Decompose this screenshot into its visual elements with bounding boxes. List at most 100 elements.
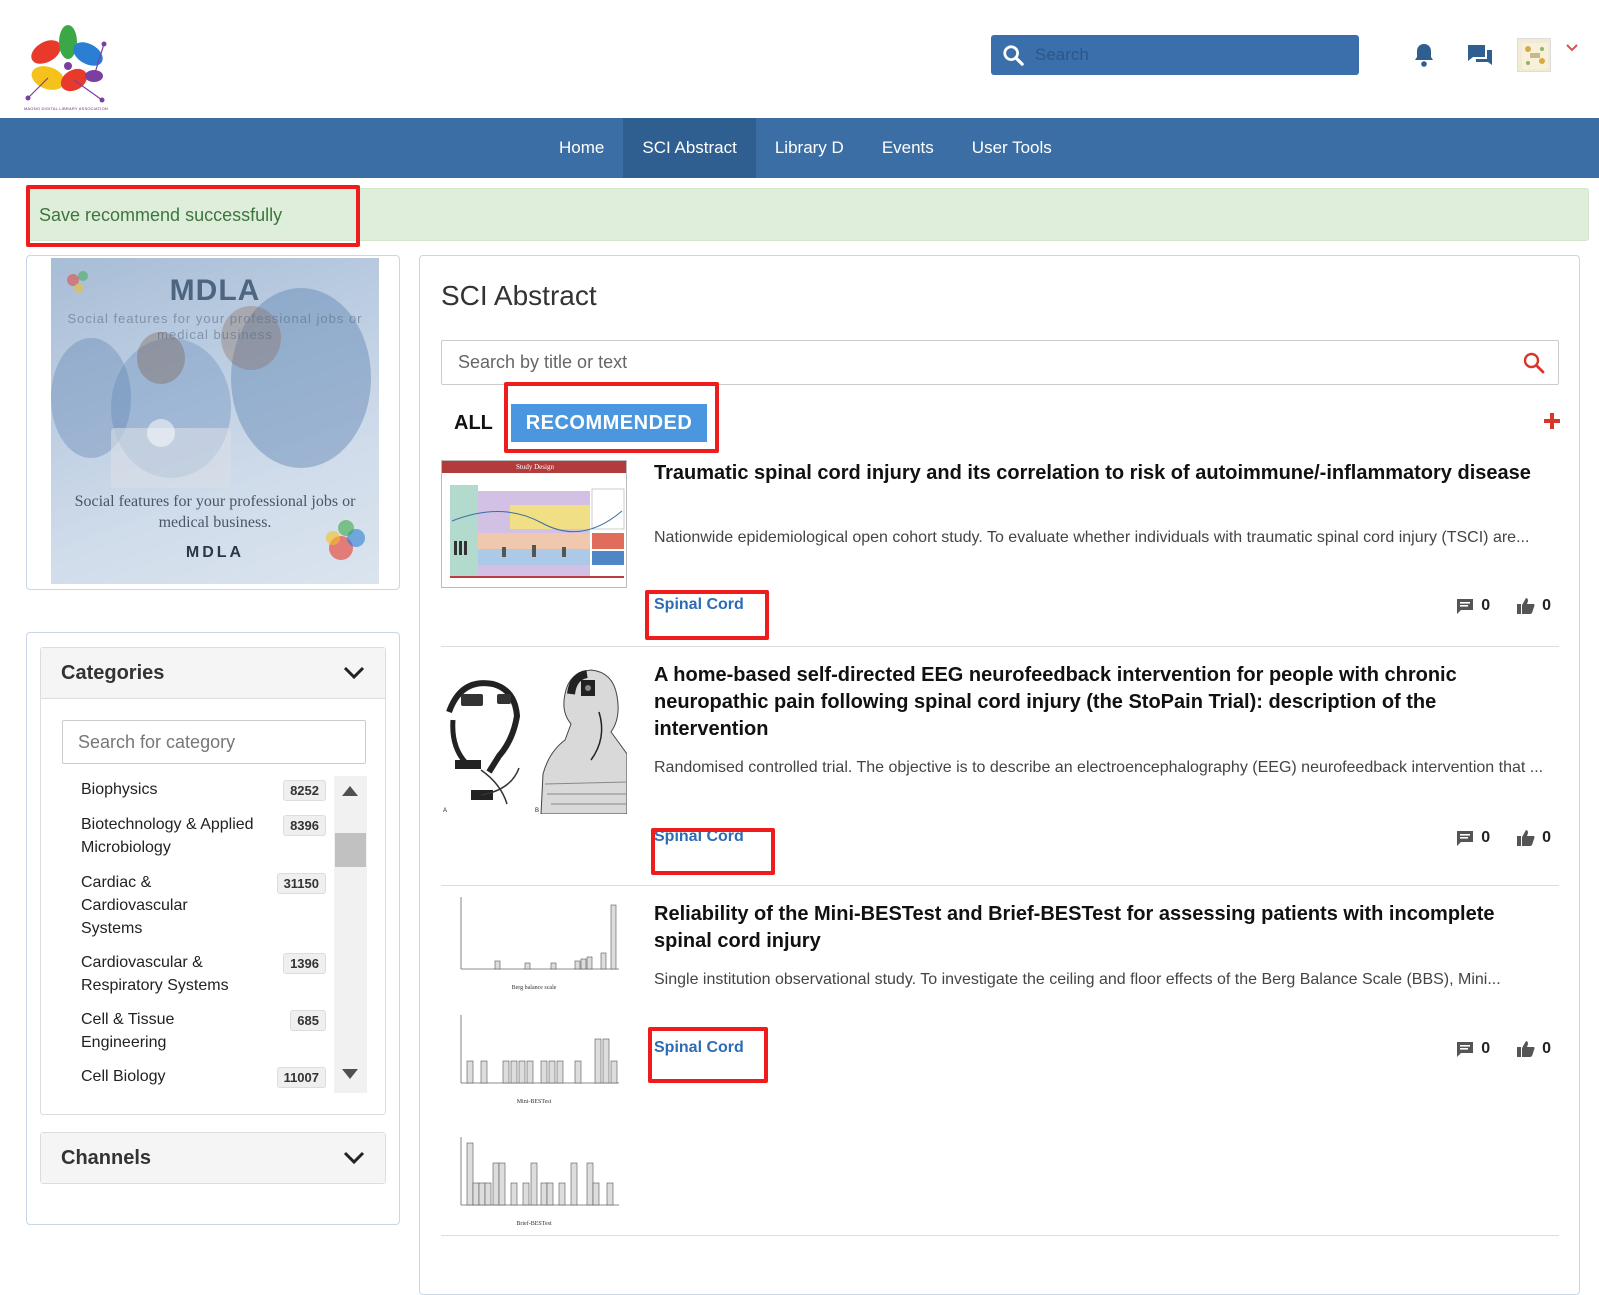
promo-image: MDLA Social features for your profession… — [51, 258, 379, 584]
scroll-up-icon[interactable] — [342, 786, 358, 796]
article-title[interactable]: A home-based self-directed EEG neurofeed… — [654, 662, 1554, 743]
category-name: Cell & Tissue Engineering — [81, 1011, 175, 1051]
category-item[interactable]: Cell & Tissue Engineering 685 — [62, 1008, 326, 1054]
comment-icon[interactable] — [1455, 828, 1475, 848]
category-scrollbar[interactable] — [334, 776, 367, 1093]
category-count: 1396 — [283, 953, 326, 974]
global-search-input[interactable] — [1035, 35, 1359, 75]
alert-message: Save recommend successfully — [39, 205, 283, 225]
category-count: 31150 — [276, 873, 326, 894]
categories-box: Categories Biophysics 8252 Biotechnology… — [40, 647, 386, 1115]
category-name: Cardiovascular & Respiratory Systems — [81, 954, 229, 994]
comment-count: 0 — [1481, 829, 1491, 846]
article-card: A B A home-based self-directed EEG neuro… — [441, 648, 1559, 886]
nav-home[interactable]: Home — [540, 118, 623, 178]
channels-title: Channels — [61, 1146, 152, 1169]
category-list: Biophysics 8252 Biotechnology & Applied … — [62, 776, 326, 1093]
chevron-down-icon[interactable] — [343, 1151, 365, 1165]
article-card: Study Design Traumatic spinal cord injur… — [441, 460, 1559, 647]
main-nav: Home SCI Abstract Library D Events User … — [0, 118, 1599, 178]
article-stats: 0 0 — [1455, 596, 1551, 616]
thumbs-up-icon[interactable] — [1516, 1039, 1536, 1059]
channels-box: Channels — [40, 1132, 386, 1184]
promo-brand: MDLA — [185, 544, 245, 561]
site-logo[interactable] — [18, 22, 114, 114]
like-count: 0 — [1542, 829, 1551, 846]
thumbs-up-icon[interactable] — [1516, 596, 1536, 616]
promo-banner[interactable]: MDLA Social features for your profession… — [26, 255, 400, 590]
user-avatar[interactable] — [1517, 38, 1551, 72]
nav-sci-abstract[interactable]: SCI Abstract — [623, 118, 756, 178]
article-description: Nationwide epidemiological open cohort s… — [654, 529, 1530, 546]
thumb-label: Berg balance scale — [511, 985, 557, 991]
nav-events[interactable]: Events — [863, 118, 953, 178]
article-description: Single institution observational study. … — [654, 971, 1501, 988]
thumb-label: Mini-BESTest — [516, 1099, 552, 1105]
search-icon[interactable] — [1522, 351, 1546, 375]
scrollbar-thumb[interactable] — [335, 833, 366, 867]
category-count: 8396 — [283, 815, 326, 836]
search-icon[interactable] — [991, 35, 1035, 75]
promo-subtitle: Social features for your professional jo… — [67, 311, 363, 342]
article-thumbnail[interactable]: Study Design — [441, 460, 627, 588]
category-name: Cardiac & Cardiovascular Systems — [81, 874, 188, 937]
category-item[interactable]: Biophysics 8252 — [62, 778, 326, 801]
like-count: 0 — [1542, 1040, 1551, 1057]
article-thumbnail[interactable]: Berg balance scale Mini-BESTest Brief-BE… — [441, 893, 627, 1231]
category-item[interactable]: Cardiac & Cardiovascular Systems 31150 — [62, 871, 326, 940]
success-alert: Save recommend successfully — [28, 188, 1589, 241]
bell-icon[interactable] — [1409, 40, 1439, 70]
thumb-header: Study Design — [516, 463, 554, 471]
comment-icon[interactable] — [1455, 1039, 1475, 1059]
thumb-label: Brief-BESTest — [516, 1221, 552, 1227]
category-item[interactable]: Biotechnology & Applied Microbiology 839… — [62, 813, 326, 859]
like-count: 0 — [1542, 597, 1551, 614]
article-thumbnail[interactable]: A B — [441, 664, 627, 814]
top-header: MAGNO DIGITAL LIBRARY ASSOCIATION — [0, 0, 1599, 118]
tab-all[interactable]: ALL — [454, 412, 493, 435]
thumbs-up-icon[interactable] — [1516, 828, 1536, 848]
category-name: Cell Biology — [81, 1068, 166, 1085]
channels-header[interactable]: Channels — [41, 1133, 385, 1183]
abstract-search-input[interactable] — [442, 341, 1502, 384]
nav-library-d[interactable]: Library D — [756, 118, 863, 178]
chat-icon[interactable] — [1465, 40, 1495, 70]
sidebar-panel: Categories Biophysics 8252 Biotechnology… — [26, 632, 400, 1225]
article-tag[interactable]: Spinal Cord — [654, 828, 744, 846]
main-panel: SCI Abstract ALL RECOMMENDED — [419, 255, 1580, 1295]
svg-text:B: B — [535, 808, 539, 814]
article-tag[interactable]: Spinal Cord — [654, 1039, 744, 1057]
article-description: Randomised controlled trial. The objecti… — [654, 759, 1544, 776]
tab-recommended[interactable]: RECOMMENDED — [511, 404, 707, 442]
category-count: 685 — [290, 1010, 326, 1031]
comment-icon[interactable] — [1455, 596, 1475, 616]
comment-count: 0 — [1481, 1040, 1491, 1057]
article-tag[interactable]: Spinal Cord — [654, 596, 744, 614]
page-title: SCI Abstract — [441, 280, 597, 311]
categories-title: Categories — [61, 661, 165, 684]
category-name: Biotechnology & Applied Microbiology — [81, 816, 254, 856]
category-item[interactable]: Cardiovascular & Respiratory Systems 139… — [62, 951, 326, 997]
chevron-down-icon[interactable] — [1565, 40, 1579, 58]
category-search-input[interactable] — [62, 720, 366, 764]
category-name: Biophysics — [81, 781, 158, 798]
promo-title: MDLA — [169, 274, 261, 307]
abstract-search[interactable] — [441, 340, 1559, 385]
scroll-down-icon[interactable] — [342, 1069, 358, 1079]
comment-count: 0 — [1481, 597, 1491, 614]
article-title[interactable]: Traumatic spinal cord injury and its cor… — [654, 460, 1554, 487]
plus-icon[interactable] — [1541, 410, 1563, 432]
svg-text:A: A — [443, 808, 447, 814]
nav-user-tools[interactable]: User Tools — [953, 118, 1071, 178]
chevron-down-icon[interactable] — [343, 666, 365, 680]
global-search[interactable] — [991, 35, 1359, 75]
category-count: 11007 — [276, 1067, 326, 1088]
promo-text: Social features for your professional jo… — [74, 493, 356, 531]
category-item[interactable]: Cell Biology 11007 — [62, 1065, 326, 1088]
article-stats: 0 0 — [1455, 828, 1551, 848]
category-count: 8252 — [283, 780, 326, 801]
article-title[interactable]: Reliability of the Mini-BESTest and Brie… — [654, 901, 1554, 955]
logo-caption: MAGNO DIGITAL LIBRARY ASSOCIATION — [24, 106, 108, 111]
categories-header[interactable]: Categories — [41, 648, 385, 699]
article-stats: 0 0 — [1455, 1039, 1551, 1059]
